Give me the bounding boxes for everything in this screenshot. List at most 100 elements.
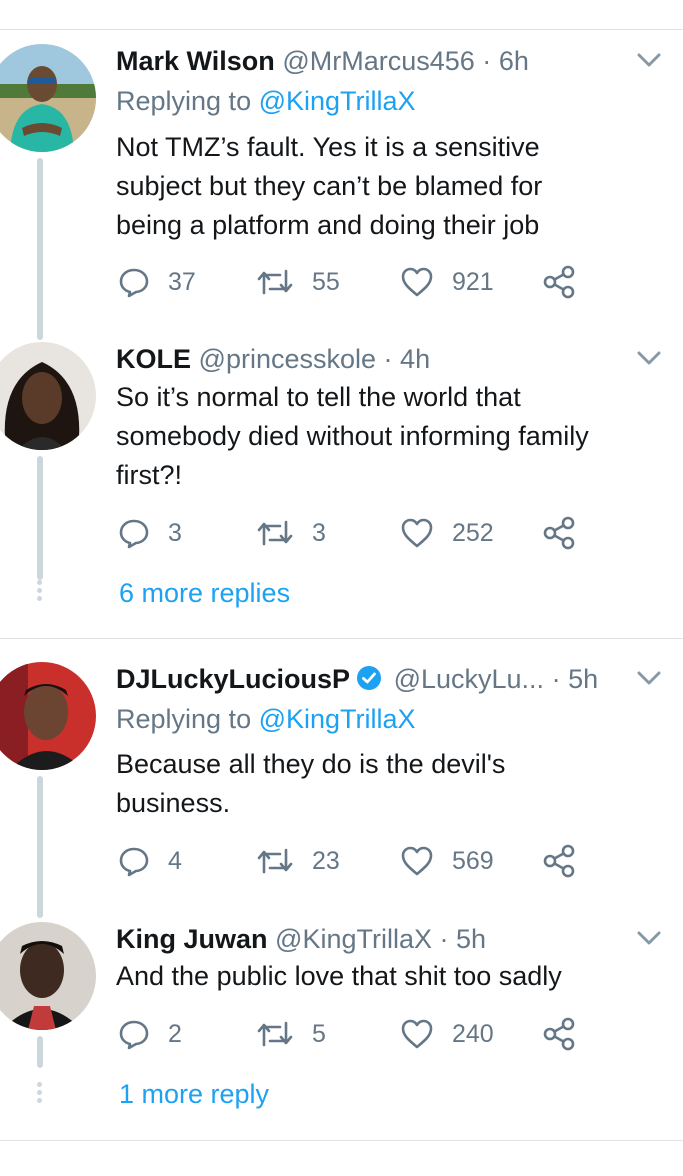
chevron-down-icon[interactable]: [637, 350, 661, 366]
display-name[interactable]: DJLuckyLuciousP: [116, 664, 350, 694]
action-bar: 2 5 240: [118, 1016, 588, 1052]
tweet-text: And the public love that shit too sadly: [116, 957, 666, 996]
share-icon: [543, 1017, 575, 1051]
thread-line: [37, 776, 43, 918]
retweet-button[interactable]: 5: [256, 1016, 326, 1052]
tweet-text: Because all they do is the devil's busin…: [116, 745, 666, 823]
bottom-divider: [0, 1140, 683, 1141]
like-icon: [401, 846, 433, 876]
reply-button[interactable]: 4: [118, 843, 182, 879]
chevron-down-icon[interactable]: [637, 52, 661, 68]
timestamp[interactable]: 5h: [456, 924, 486, 954]
tweet-text-line: business.: [116, 788, 231, 818]
like-icon: [401, 1019, 433, 1049]
show-more-replies-link[interactable]: 1 more reply: [119, 1079, 269, 1110]
tweet-card[interactable]: KOLE @princesskole · 4h So it’s normal t…: [0, 342, 683, 622]
reply-icon: [119, 1020, 149, 1050]
chevron-down-icon[interactable]: [637, 670, 661, 686]
share-button[interactable]: [542, 1016, 576, 1052]
separator: ·: [383, 344, 393, 374]
tweet-text: So it’s normal to tell the world that so…: [116, 378, 666, 495]
retweet-count: 55: [312, 267, 340, 296]
share-button[interactable]: [542, 264, 576, 300]
reply-button[interactable]: 3: [118, 515, 182, 551]
like-count: 252: [452, 518, 494, 547]
thread-line: [37, 1036, 43, 1068]
tweet-header: DJLuckyLuciousP @LuckyLu... · 5h: [116, 662, 663, 696]
retweet-button[interactable]: 3: [256, 515, 326, 551]
action-bar: 37 55 921: [118, 264, 588, 300]
like-button[interactable]: 921: [400, 264, 494, 300]
share-icon: [543, 844, 575, 878]
reply-button[interactable]: 37: [118, 264, 196, 300]
replying-to-link[interactable]: @KingTrillaX: [259, 86, 416, 116]
replying-to: Replying to @KingTrillaX: [116, 84, 416, 118]
reply-count: 4: [168, 846, 182, 875]
retweet-button[interactable]: 23: [256, 843, 340, 879]
display-name[interactable]: KOLE: [116, 344, 191, 374]
user-handle[interactable]: @princesskole: [199, 344, 376, 374]
share-icon: [543, 265, 575, 299]
share-icon: [543, 516, 575, 550]
like-icon: [401, 518, 433, 548]
retweet-count: 23: [312, 846, 340, 875]
avatar[interactable]: [0, 342, 96, 450]
tweet-text-line: subject but they can’t be blamed for: [116, 171, 543, 201]
tweet-text-line: first?!: [116, 460, 183, 490]
verified-icon: [357, 666, 382, 690]
like-button[interactable]: 240: [400, 1016, 494, 1052]
like-button[interactable]: 252: [400, 515, 494, 551]
retweet-button[interactable]: 55: [256, 264, 340, 300]
chevron-down-icon[interactable]: [637, 930, 661, 946]
like-count: 921: [452, 267, 494, 296]
display-name[interactable]: Mark Wilson: [116, 46, 275, 76]
retweet-icon: [257, 848, 293, 874]
thread-line: [37, 456, 43, 580]
timestamp[interactable]: 6h: [499, 46, 529, 76]
tweet-card[interactable]: King Juwan @KingTrillaX · 5h And the pub…: [0, 922, 683, 1122]
like-button[interactable]: 569: [400, 843, 494, 879]
retweet-icon: [257, 520, 293, 546]
retweet-icon: [257, 269, 293, 295]
avatar[interactable]: [0, 922, 96, 1030]
tweet-text: Not TMZ’s fault. Yes it is a sensitive s…: [116, 128, 666, 245]
reply-count: 3: [168, 518, 182, 547]
timestamp[interactable]: 4h: [400, 344, 430, 374]
tweet-card[interactable]: Mark Wilson @MrMarcus456 · 6h Replying t…: [0, 44, 683, 340]
tweet-text-line: Because all they do is the devil's: [116, 749, 506, 779]
avatar[interactable]: [0, 44, 96, 152]
reply-icon: [119, 519, 149, 549]
tweet-header: KOLE @princesskole · 4h: [116, 342, 663, 376]
share-button[interactable]: [542, 515, 576, 551]
timestamp[interactable]: 5h: [568, 664, 598, 694]
tweet-text-line: So it’s normal to tell the world that: [116, 382, 521, 412]
user-handle[interactable]: @LuckyLu...: [394, 664, 544, 694]
share-button[interactable]: [542, 843, 576, 879]
tweet-text-line: And the public love that shit too sadly: [116, 961, 562, 991]
tweet-header: Mark Wilson @MrMarcus456 · 6h: [116, 44, 663, 78]
replying-to-link[interactable]: @KingTrillaX: [259, 704, 416, 734]
reply-icon: [119, 847, 149, 877]
like-count: 569: [452, 846, 494, 875]
user-handle[interactable]: @KingTrillaX: [275, 924, 432, 954]
thread-line: [37, 158, 43, 340]
separator: ·: [551, 664, 561, 694]
retweet-count: 3: [312, 518, 326, 547]
reply-count: 2: [168, 1019, 182, 1048]
thread-dots: [37, 580, 43, 604]
reply-button[interactable]: 2: [118, 1016, 182, 1052]
separator: ·: [482, 46, 492, 76]
display-name[interactable]: King Juwan: [116, 924, 268, 954]
avatar[interactable]: [0, 662, 96, 770]
user-handle[interactable]: @MrMarcus456: [282, 46, 474, 76]
top-divider: [0, 29, 683, 30]
reply-count: 37: [168, 267, 196, 296]
action-bar: 4 23 569: [118, 843, 588, 879]
conversation-divider: [0, 638, 683, 639]
show-more-replies-link[interactable]: 6 more replies: [119, 578, 290, 609]
tweet-text-line: Not TMZ’s fault. Yes it is a sensitive: [116, 132, 540, 162]
like-count: 240: [452, 1019, 494, 1048]
reply-icon: [119, 268, 149, 298]
like-icon: [401, 267, 433, 297]
tweet-card[interactable]: DJLuckyLuciousP @LuckyLu... · 5h Replyin…: [0, 662, 683, 918]
